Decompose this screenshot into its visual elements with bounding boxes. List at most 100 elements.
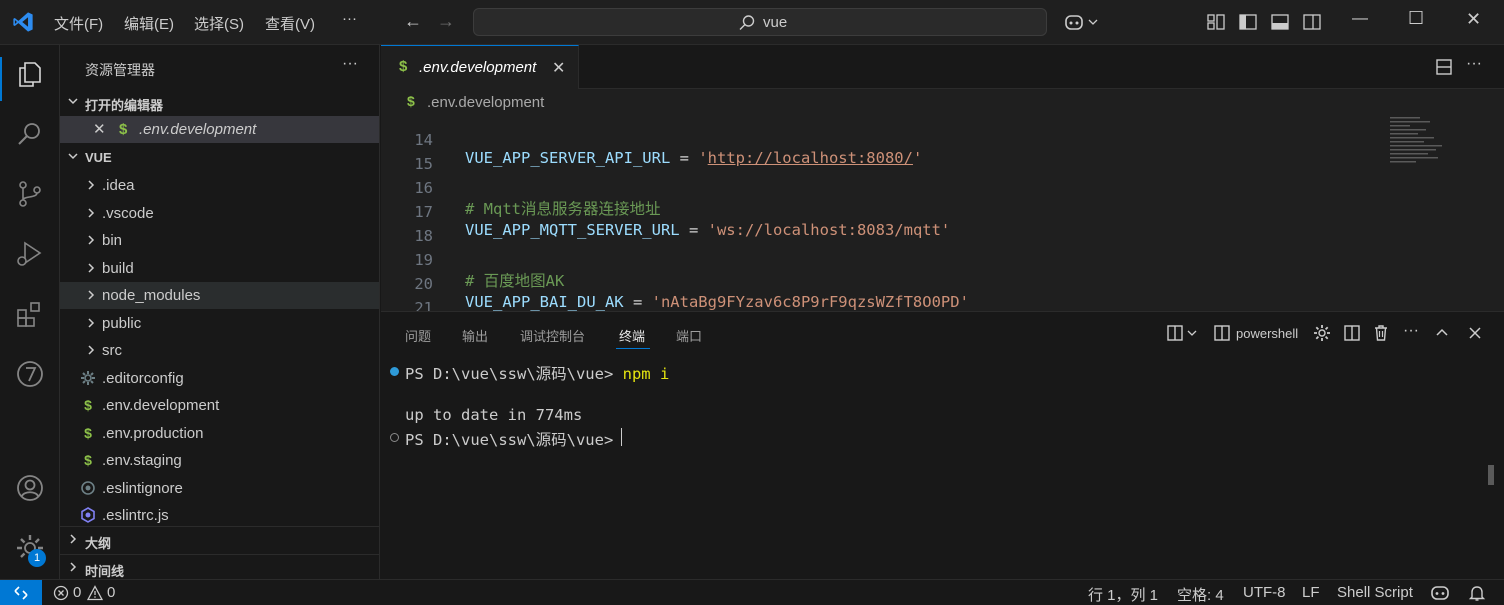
minimize-icon[interactable]: — <box>1352 10 1368 28</box>
copilot-status-icon[interactable] <box>1430 584 1450 602</box>
folder-item[interactable]: bin <box>60 227 379 254</box>
folder-item[interactable]: build <box>60 255 379 282</box>
minimap[interactable] <box>1388 115 1458 165</box>
vscode-logo-icon <box>13 12 33 32</box>
explorer-sidebar: 资源管理器 ··· 打开的编辑器 ✕ $ .env.development VU… <box>60 45 380 579</box>
menu-selection[interactable]: 选择(S) <box>194 13 244 34</box>
breadcrumb-file[interactable]: .env.development <box>427 94 544 111</box>
menu-more[interactable]: ··· <box>342 10 357 27</box>
sidebar-title: 资源管理器 <box>85 62 155 78</box>
close-tab-icon[interactable]: ✕ <box>552 58 565 78</box>
terminal-scrollbar[interactable] <box>1488 465 1494 485</box>
file-item[interactable]: $ .env.development <box>60 392 379 419</box>
menu-edit[interactable]: 编辑(E) <box>124 13 174 34</box>
search-sidebar-icon[interactable] <box>14 118 46 150</box>
account-icon[interactable] <box>14 472 46 504</box>
source-control-icon[interactable] <box>14 178 46 210</box>
explorer-icon[interactable] <box>14 58 46 90</box>
chevron-right-icon <box>88 345 95 355</box>
command-center-search[interactable]: vue <box>473 8 1047 36</box>
warning-count[interactable]: 0 <box>107 584 115 601</box>
copilot-icon[interactable] <box>1063 12 1101 32</box>
notifications-bell-icon[interactable] <box>1468 584 1486 602</box>
extensions-icon[interactable] <box>14 298 46 330</box>
maximize-panel-chevron-up-icon[interactable] <box>1433 324 1451 342</box>
open-editor-item[interactable]: ✕ $ .env.development <box>60 116 379 143</box>
indentation[interactable]: 空格: 4 <box>1177 584 1224 605</box>
maximize-icon[interactable]: ☐ <box>1408 8 1424 29</box>
open-editors-header[interactable]: 打开的编辑器 <box>60 91 380 115</box>
shell-name[interactable]: powershell <box>1236 326 1298 341</box>
terminal[interactable]: PS D:\vue\ssw\源码\vue> npm i up to date i… <box>381 360 1494 560</box>
file-item[interactable]: .eslintrc.js <box>60 502 379 529</box>
folder-label: node_modules <box>102 287 201 304</box>
chevron-right-icon <box>88 290 95 300</box>
folder-item[interactable]: .vscode <box>60 200 379 227</box>
timeline-extension-icon[interactable] <box>14 358 46 390</box>
file-item[interactable]: $ .env.production <box>60 420 379 447</box>
dollar-icon: $ <box>84 452 92 468</box>
close-window-icon[interactable]: ✕ <box>1466 9 1481 30</box>
folder-item[interactable]: src <box>60 337 379 364</box>
split-terminal-icon[interactable] <box>1343 324 1361 342</box>
folder-item[interactable]: public <box>60 310 379 337</box>
folder-item[interactable]: node_modules <box>60 282 379 309</box>
panel-more-icon[interactable]: ··· <box>1403 322 1419 340</box>
terminal-line: up to date in 774ms <box>405 406 583 424</box>
tab-problems[interactable]: 问题 <box>405 326 431 345</box>
active-indicator <box>0 57 2 101</box>
file-item[interactable]: .eslintignore <box>60 475 379 502</box>
breadcrumb: $ .env.development <box>381 89 1504 115</box>
open-editor-label: .env.development <box>139 121 257 138</box>
tab-output[interactable]: 输出 <box>462 326 488 345</box>
file-label: .env.development <box>102 397 220 414</box>
new-terminal-dropdown-icon[interactable] <box>1167 324 1201 342</box>
project-header[interactable]: VUE <box>60 146 380 170</box>
error-icon[interactable] <box>53 585 69 601</box>
trash-icon[interactable] <box>1372 324 1390 342</box>
file-label: .eslintrc.js <box>102 507 169 524</box>
terminal-settings-gear-icon[interactable] <box>1313 324 1331 342</box>
chevron-right-icon <box>88 318 95 328</box>
cursor-position[interactable]: 行 1，列 1 <box>1088 584 1158 605</box>
editor-more-icon[interactable]: ··· <box>1466 55 1482 73</box>
toggle-panel-icon[interactable] <box>1270 12 1290 32</box>
close-editor-icon[interactable]: ✕ <box>93 120 106 138</box>
end-of-line[interactable]: LF <box>1302 584 1320 601</box>
menu-file[interactable]: 文件(F) <box>54 13 103 34</box>
more-actions-icon[interactable]: ··· <box>342 55 358 73</box>
eslint-icon <box>81 507 95 523</box>
remote-indicator[interactable] <box>0 580 42 605</box>
close-panel-icon[interactable] <box>1466 324 1484 342</box>
folder-item[interactable]: .idea <box>60 172 379 199</box>
active-tab-indicator <box>616 348 650 349</box>
menu-view[interactable]: 查看(V) <box>265 13 315 34</box>
tab-debug-console[interactable]: 调试控制台 <box>520 326 585 345</box>
tab-terminal[interactable]: 终端 <box>619 326 645 345</box>
toggle-sidebar-icon[interactable] <box>1238 12 1258 32</box>
warning-icon[interactable] <box>87 585 103 601</box>
chevron-down-icon <box>68 98 78 105</box>
customize-layout-icon[interactable] <box>1206 12 1226 32</box>
encoding[interactable]: UTF-8 <box>1243 584 1286 601</box>
run-debug-icon[interactable] <box>14 238 46 270</box>
timeline-header[interactable]: 时间线 <box>60 554 380 579</box>
toggle-secondary-sidebar-icon[interactable] <box>1302 12 1322 32</box>
file-item[interactable]: .editorconfig <box>60 365 379 392</box>
command-success-dot <box>390 367 399 376</box>
error-count[interactable]: 0 <box>73 584 81 601</box>
command-pending-dot <box>390 433 399 442</box>
code-line: 14 VUE_APP_SERVER_API_URL = 'http://loca… <box>381 115 1381 167</box>
code-editor[interactable]: 14 VUE_APP_SERVER_API_URL = 'http://loca… <box>381 115 1504 311</box>
language-mode[interactable]: Shell Script <box>1337 584 1413 601</box>
forward-arrow-icon[interactable]: → <box>437 11 455 32</box>
file-item[interactable]: $ .env.staging <box>60 447 379 474</box>
tab-env-development[interactable]: $ .env.development ✕ <box>381 45 579 89</box>
folder-label: build <box>102 260 134 277</box>
tab-ports[interactable]: 端口 <box>676 326 702 345</box>
back-arrow-icon[interactable]: ← <box>404 11 422 32</box>
search-icon <box>739 15 755 30</box>
split-editor-icon[interactable] <box>1435 58 1453 76</box>
gear-icon <box>81 371 95 385</box>
outline-header[interactable]: 大纲 <box>60 526 380 554</box>
